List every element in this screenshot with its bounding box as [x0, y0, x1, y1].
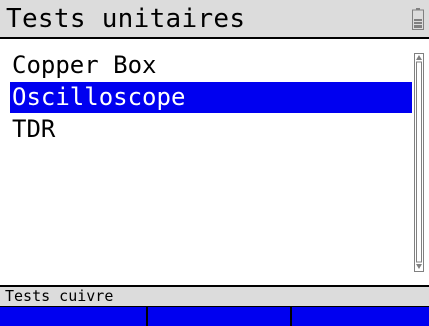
list-item-oscilloscope[interactable]: Oscilloscope: [10, 82, 412, 113]
title-bar: Tests unitaires: [0, 0, 429, 39]
battery-icon: [412, 8, 424, 30]
softkey-1[interactable]: [0, 307, 146, 326]
softkey-2[interactable]: [148, 307, 290, 326]
list-item-copper-box[interactable]: Copper Box: [10, 50, 412, 81]
list-item-label: Copper Box: [12, 51, 157, 79]
status-text: Tests cuivre: [5, 287, 114, 305]
status-bar: Tests cuivre: [0, 287, 429, 306]
list-item-label: Oscilloscope: [12, 83, 186, 111]
screen-title: Tests unitaires: [6, 4, 246, 34]
list-item-tdr[interactable]: TDR: [10, 114, 412, 145]
scrollbar[interactable]: [414, 53, 424, 272]
softkey-bar: [0, 306, 429, 326]
list-item-label: TDR: [12, 115, 56, 143]
test-list: Copper Box Oscilloscope TDR: [0, 41, 429, 285]
device-screen: Tests unitaires Copper Box Oscilloscope …: [0, 0, 429, 326]
softkey-3[interactable]: [292, 307, 429, 326]
